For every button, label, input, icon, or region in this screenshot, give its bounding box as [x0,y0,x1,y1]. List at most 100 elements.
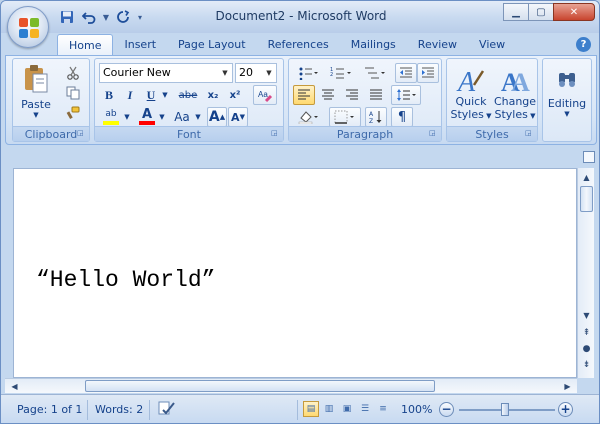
scroll-up-arrow-icon[interactable]: ▲ [579,170,594,185]
previous-page-icon[interactable]: ⇞ [579,326,594,341]
binoculars-icon [559,72,575,87]
justify-icon[interactable] [365,85,387,105]
cut-icon[interactable] [63,63,83,83]
scroll-left-arrow-icon[interactable]: ◀ [7,379,22,394]
tab-page-layout[interactable]: Page Layout [167,34,257,56]
vertical-scrollbar[interactable]: ▲ ▼ ⇞ ● ⇟ [577,168,594,378]
maximize-button[interactable]: ▢ [528,3,554,21]
document-text[interactable]: “Hello World” [36,267,215,293]
format-painter-icon[interactable] [63,103,83,123]
line-spacing-icon[interactable] [391,85,421,105]
font-group-label: Font [95,126,283,141]
font-size-dropdown-arrow[interactable]: ▼ [262,64,276,82]
highlight-dropdown-arrow[interactable]: ▼ [122,107,132,127]
italic-button[interactable]: I [121,85,139,105]
vertical-scroll-thumb[interactable] [580,186,593,212]
ribbon: Paste ▼ Clipboard ◲ Courier New ▼ 20 ▼ B… [5,55,597,145]
horizontal-scroll-thumb[interactable] [85,380,435,392]
svg-text:A: A [511,68,530,95]
font-launcher-icon[interactable]: ◲ [271,129,280,138]
web-layout-icon[interactable]: ▣ [339,401,355,417]
text-highlight-button[interactable]: ab [100,107,122,127]
proofing-icon[interactable] [157,400,177,416]
bullets-icon[interactable] [293,63,323,83]
next-page-icon[interactable]: ⇟ [579,358,594,373]
align-left-icon[interactable] [293,85,315,105]
increase-indent-icon[interactable] [417,63,439,83]
quick-styles-label-line2: Styles [450,108,484,121]
font-size-value: 20 [239,66,253,79]
paragraph-launcher-icon[interactable]: ◲ [429,129,438,138]
styles-launcher-icon[interactable]: ◲ [525,129,534,138]
decrease-indent-icon[interactable] [395,63,417,83]
view-ruler-icon[interactable] [583,151,595,163]
horizontal-scrollbar[interactable]: ◀ ▶ [5,378,577,393]
tab-review[interactable]: Review [407,34,468,56]
font-size-combo[interactable]: 20 ▼ [235,63,277,83]
change-case-dropdown-arrow[interactable]: ▼ [193,107,203,127]
editing-button[interactable]: Editing ▼ [544,61,590,125]
zoom-in-button[interactable]: + [558,402,573,417]
font-color-dropdown-arrow[interactable]: ▼ [157,107,167,127]
change-styles-button[interactable]: AA Change Styles ▼ [493,61,537,125]
grow-font-button[interactable]: A ▲ [207,107,227,127]
zoom-out-button[interactable]: − [439,402,454,417]
shading-icon[interactable] [293,107,325,127]
numbering-icon[interactable]: 12 [325,63,357,83]
underline-dropdown-arrow[interactable]: ▼ [160,85,170,105]
change-case-button[interactable]: Aa [171,107,193,127]
page-count[interactable]: Page: 1 of 1 [17,402,82,418]
superscript-button[interactable]: x² [225,85,245,105]
full-screen-reading-icon[interactable]: ▥ [321,401,337,417]
tab-insert[interactable]: Insert [113,34,167,56]
ribbon-tabs: Home Insert Page Layout References Maili… [57,34,516,56]
align-right-icon[interactable] [341,85,363,105]
strikethrough-button[interactable]: abe [175,85,201,105]
clipboard-launcher-icon[interactable]: ◲ [77,129,86,138]
shrink-font-arrow-icon: ▼ [239,113,245,121]
scroll-down-arrow-icon[interactable]: ▼ [579,308,594,323]
paste-button[interactable]: Paste ▼ [17,61,55,121]
font-color-button[interactable]: A [137,107,157,127]
ruler-area [1,147,599,167]
font-name-combo[interactable]: Courier New ▼ [99,63,233,83]
document-page[interactable]: “Hello World” [13,168,577,378]
print-layout-view-icon[interactable]: ▤ [303,401,319,417]
clipboard-group: Paste ▼ Clipboard ◲ [12,58,90,142]
bold-button[interactable]: B [100,85,118,105]
help-icon[interactable]: ? [576,37,591,52]
align-center-icon[interactable] [317,85,339,105]
shrink-font-button[interactable]: A ▼ [228,107,248,127]
change-styles-label-line1: Change [493,95,537,108]
editing-label: Editing [547,96,587,110]
underline-button[interactable]: U [142,85,160,105]
select-browse-object-icon[interactable]: ● [579,342,594,357]
borders-icon[interactable] [329,107,361,127]
copy-icon[interactable] [63,83,83,103]
tab-view[interactable]: View [468,34,516,56]
status-separator [87,400,88,420]
sort-icon[interactable]: AZ [365,107,387,127]
office-button[interactable] [7,6,49,48]
draft-view-icon[interactable]: ≡ [375,401,391,417]
svg-text:A: A [456,67,476,95]
tab-references[interactable]: References [257,34,340,56]
clear-formatting-icon[interactable]: Aa [253,85,277,105]
outline-view-icon[interactable]: ☰ [357,401,373,417]
font-name-dropdown-arrow[interactable]: ▼ [218,64,232,82]
scroll-right-arrow-icon[interactable]: ▶ [560,379,575,394]
close-button[interactable]: ✕ [553,3,595,21]
subscript-button[interactable]: x₂ [203,85,223,105]
zoom-level[interactable]: 100% [401,402,432,418]
zoom-slider-thumb[interactable] [501,403,509,416]
word-count[interactable]: Words: 2 [95,402,143,418]
quick-styles-button[interactable]: A Quick Styles ▼ [449,61,493,125]
show-formatting-marks-button[interactable]: ¶ [391,107,413,127]
minimize-button[interactable]: ▁ [503,3,529,21]
word-window: ▼ ▾ Document2 - Microsoft Word ▁ ▢ ✕ Hom… [0,0,600,424]
tab-mailings[interactable]: Mailings [340,34,407,56]
tab-home[interactable]: Home [57,34,114,56]
status-separator [297,400,298,420]
multilevel-list-icon[interactable] [359,63,391,83]
status-bar: Page: 1 of 1 Words: 2 ▤ ▥ ▣ ☰ ≡ 100% − + [1,394,599,423]
